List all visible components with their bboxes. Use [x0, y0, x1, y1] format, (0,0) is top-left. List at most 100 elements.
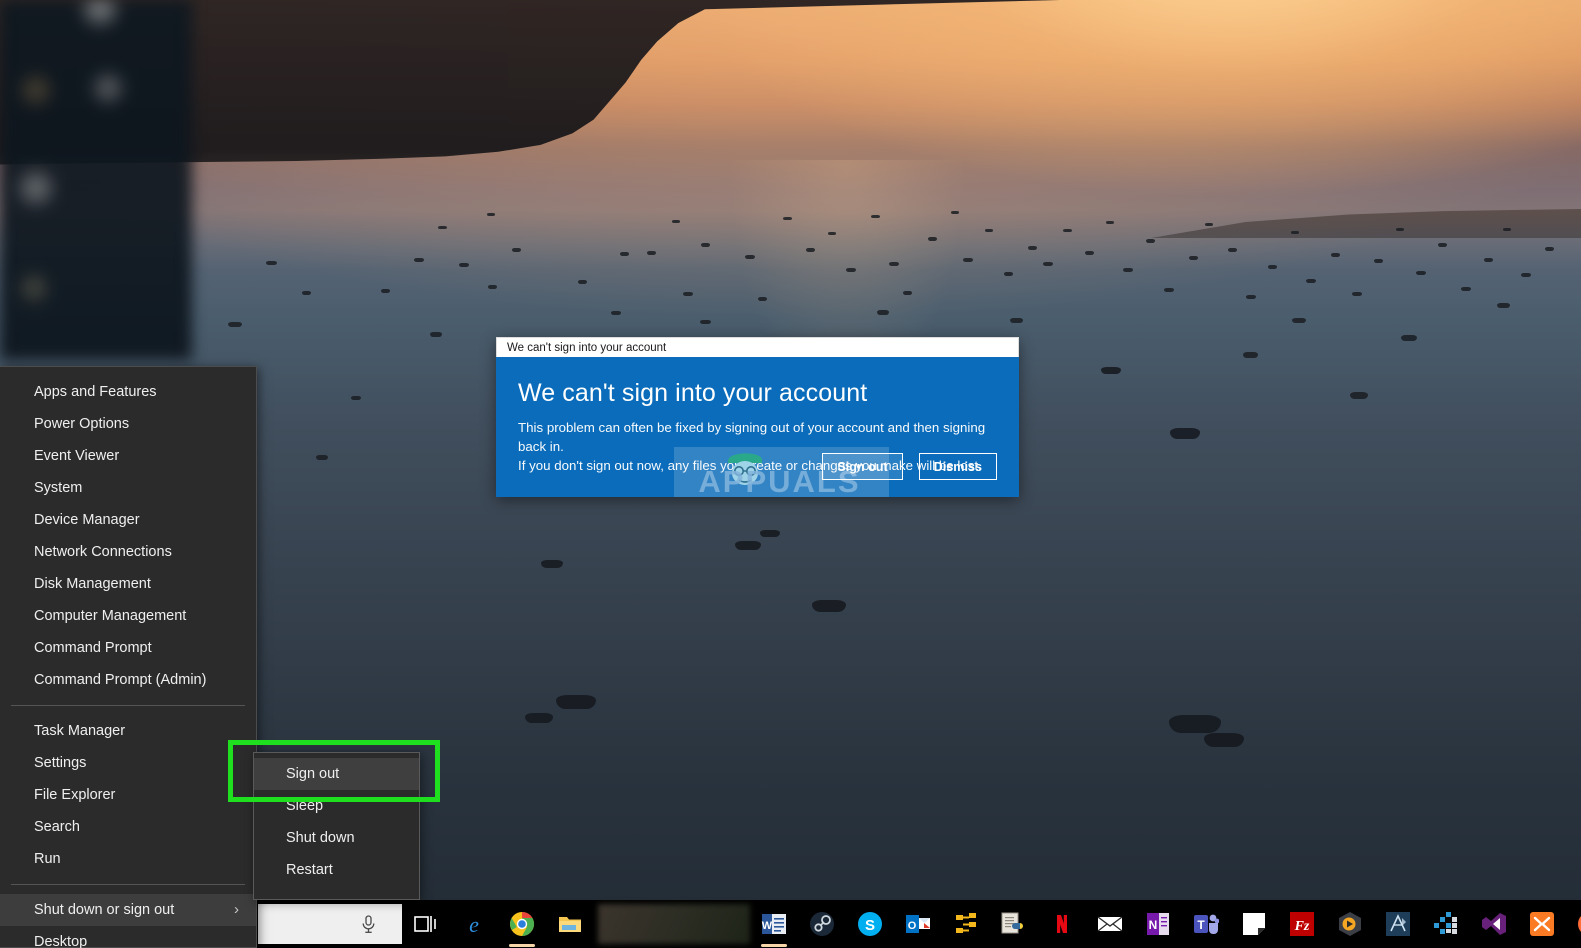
menu-item-label: Shut down or sign out: [34, 902, 174, 918]
submenu-item-sign-out[interactable]: Sign out: [254, 758, 419, 790]
desktop-icons-blurred: [0, 0, 192, 360]
dialog-heading: We can't sign into your account: [518, 379, 997, 408]
boat: [1246, 295, 1256, 299]
menu-item-label: Disk Management: [34, 576, 151, 592]
taskbar-icon-netflix[interactable]: [1038, 900, 1086, 948]
menu-item-label: System: [34, 480, 82, 496]
menu-item-file-explorer[interactable]: File Explorer: [0, 779, 256, 811]
boat: [928, 237, 937, 241]
boat: [430, 332, 442, 337]
search-input[interactable]: [258, 904, 402, 944]
menu-item-apps-and-features[interactable]: Apps and Features: [0, 376, 256, 408]
taskbar-icon-sql-server[interactable]: [1422, 900, 1470, 948]
boat: [512, 248, 521, 252]
boat: [1243, 352, 1258, 358]
dialog-button-row: Sign out Dismiss: [822, 453, 997, 480]
menu-item-run[interactable]: Run: [0, 843, 256, 875]
taskbar-icon-microsoft-edge[interactable]: e: [450, 900, 498, 948]
window-thumbnail-blurred[interactable]: [598, 904, 750, 944]
taskbar-icon-onenote[interactable]: N: [1134, 900, 1182, 948]
menu-item-power-options[interactable]: Power Options: [0, 408, 256, 440]
boat: [1396, 228, 1404, 231]
menu-item-settings[interactable]: Settings: [0, 747, 256, 779]
boat: [812, 600, 846, 612]
taskbar-icon-microsoft-word[interactable]: W: [750, 900, 798, 948]
menu-item-task-manager[interactable]: Task Manager: [0, 715, 256, 747]
boat: [1101, 367, 1121, 374]
menu-item-label: Task Manager: [34, 723, 125, 739]
boat: [1484, 258, 1493, 262]
boat: [487, 213, 495, 216]
chevron-right-icon: ›: [234, 894, 239, 926]
taskbar-icon-visual-studio[interactable]: [1470, 900, 1518, 948]
dialog-titlebar: We can't sign into your account: [496, 337, 1019, 357]
boat: [1106, 221, 1114, 224]
dialog-message-line1: This problem can often be fixed by signi…: [518, 418, 997, 456]
menu-separator: [11, 884, 245, 885]
taskbar-icon-file-explorer[interactable]: [546, 900, 594, 948]
menu-item-event-viewer[interactable]: Event Viewer: [0, 440, 256, 472]
boat: [1521, 273, 1531, 277]
taskbar-icon-media-player-classic[interactable]: [1326, 900, 1374, 948]
boat: [1497, 303, 1510, 308]
menu-item-disk-management[interactable]: Disk Management: [0, 568, 256, 600]
taskbar-icon-inkscape[interactable]: [1374, 900, 1422, 948]
dialog-dismiss-button[interactable]: Dismiss: [919, 453, 997, 480]
boat: [351, 396, 361, 400]
boat: [1401, 335, 1417, 341]
taskbar-icon-sticky-notes[interactable]: [1230, 900, 1278, 948]
svg-text:e: e: [469, 912, 479, 937]
menu-item-search[interactable]: Search: [0, 811, 256, 843]
submenu-item-sleep[interactable]: Sleep: [254, 790, 419, 822]
menu-item-label: Search: [34, 819, 80, 835]
menu-item-desktop[interactable]: Desktop: [0, 926, 256, 948]
boat: [1503, 228, 1511, 231]
boat: [701, 243, 710, 247]
menu-item-label: Network Connections: [34, 544, 172, 560]
taskbar-icon-steam[interactable]: [798, 900, 846, 948]
taskbar-icon-skype[interactable]: S: [846, 900, 894, 948]
taskbar-icon-microsoft-outlook[interactable]: O: [894, 900, 942, 948]
boat: [459, 263, 469, 267]
boat: [578, 280, 587, 284]
taskbar-icon-microsoft-teams[interactable]: T: [1182, 900, 1230, 948]
boat: [806, 248, 815, 252]
taskbar-icon-xampp[interactable]: [1518, 900, 1566, 948]
submenu-item-shut-down[interactable]: Shut down: [254, 822, 419, 854]
boat: [846, 268, 856, 272]
microphone-icon: [361, 915, 376, 934]
boat: [1350, 392, 1368, 399]
menu-item-command-prompt[interactable]: Command Prompt: [0, 632, 256, 664]
menu-item-shut-down-or-sign-out[interactable]: Shut down or sign out ›: [0, 894, 256, 926]
submenu-item-restart[interactable]: Restart: [254, 854, 419, 886]
menu-item-system[interactable]: System: [0, 472, 256, 504]
menu-item-device-manager[interactable]: Device Manager: [0, 504, 256, 536]
menu-item-computer-management[interactable]: Computer Management: [0, 600, 256, 632]
taskbar-icon-python-idle[interactable]: [990, 900, 1038, 948]
taskbar-icon-filezilla[interactable]: Fz: [1278, 900, 1326, 948]
shutdown-submenu: Sign outSleep Shut down Restart: [253, 752, 420, 900]
menu-item-label: Command Prompt (Admin): [34, 672, 206, 688]
taskbar-icon-google-chrome[interactable]: [498, 900, 546, 948]
dialog-sign-out-button[interactable]: Sign out: [822, 453, 902, 480]
taskbar-icon-postman[interactable]: [1566, 900, 1581, 948]
boat: [438, 226, 447, 229]
taskbar-icon-mail[interactable]: [1086, 900, 1134, 948]
boat: [611, 311, 621, 315]
task-view-button[interactable]: [402, 914, 450, 934]
boat: [381, 289, 390, 293]
submenu-item-label: Shut down: [286, 830, 355, 846]
boat: [1146, 239, 1155, 243]
menu-separator: [11, 705, 245, 706]
boat: [302, 291, 311, 295]
taskbar-icon-filezilla-server[interactable]: [942, 900, 990, 948]
menu-item-label: Command Prompt: [34, 640, 152, 656]
menu-item-command-prompt-admin[interactable]: Command Prompt (Admin): [0, 664, 256, 696]
boat: [556, 695, 596, 709]
menu-item-label: Event Viewer: [34, 448, 119, 464]
boat: [672, 220, 680, 223]
boat: [783, 217, 792, 220]
task-view-icon: [414, 914, 438, 934]
menu-item-network-connections[interactable]: Network Connections: [0, 536, 256, 568]
boat: [620, 252, 629, 256]
